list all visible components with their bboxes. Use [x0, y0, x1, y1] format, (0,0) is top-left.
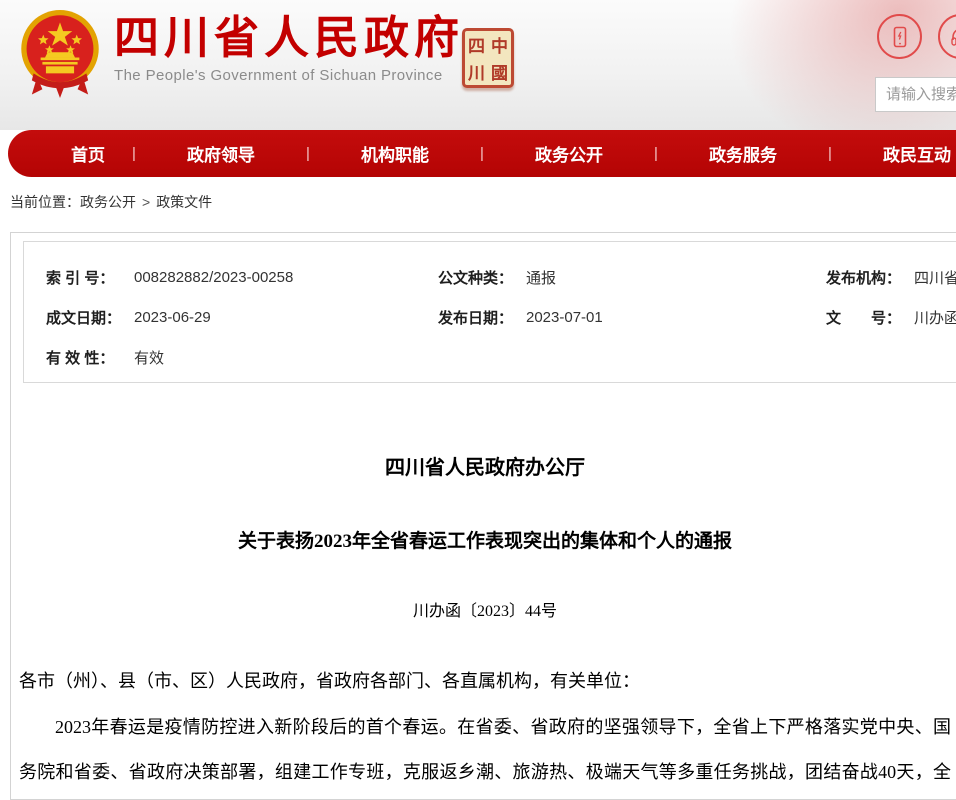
meta-label: 发布机构： — [826, 267, 908, 288]
site-title-block: 四川省人民政府 The People's Government of Sichu… — [114, 12, 464, 84]
seal-char: 中 — [488, 31, 511, 58]
document-panel: 索 引 号： 008282882/2023-00258 公文种类： 通报 发布机… — [10, 232, 956, 800]
headset-glyph — [948, 24, 956, 50]
meta-label: 有 效 性： — [46, 347, 128, 368]
meta-label: 文 号： — [826, 307, 908, 328]
meta-value: 2023-07-01 — [526, 309, 603, 326]
breadcrumb-separator: > — [142, 194, 150, 210]
meta-label: 索 引 号： — [46, 267, 128, 288]
meta-value: 2023-06-29 — [134, 309, 211, 326]
document-org-title: 四川省人民政府办公厅 — [19, 451, 951, 480]
mobile-phone-glyph — [887, 24, 913, 50]
document-body: 四川省人民政府办公厅 关于表扬2023年全省春运工作表现突出的集体和个人的通报 … — [19, 439, 951, 800]
seal-char: 國 — [488, 58, 511, 85]
national-emblem-icon — [16, 6, 104, 102]
breadcrumb-label: 当前位置： — [10, 194, 80, 210]
document-number: 川办函〔2023〕44号 — [19, 597, 951, 621]
meta-index-number: 索 引 号： 008282882/2023-00258 — [46, 266, 438, 288]
site-subtitle: The People's Government of Sichuan Provi… — [114, 67, 464, 84]
meta-issuing-agency: 发布机构： 四川省人民政府办公厅 — [826, 266, 956, 288]
nav-separator: | — [130, 145, 138, 162]
nav-separator: | — [478, 145, 486, 162]
nav-separator: | — [304, 145, 312, 162]
nav-separator: | — [826, 145, 834, 162]
meta-value: 008282882/2023-00258 — [134, 269, 293, 286]
meta-value: 川办函〔2023〕44号 — [914, 307, 956, 328]
meta-doc-type: 公文种类： 通报 — [438, 266, 826, 288]
main-nav: 首页 | 政府领导 | 机构职能 | 政务公开 | 政务服务 | 政民互动 — [8, 130, 956, 177]
national-emblem-logo[interactable] — [16, 6, 104, 102]
seal-char: 四 — [465, 31, 488, 58]
site-header: 四川省人民政府 The People's Government of Sichu… — [0, 0, 956, 130]
nav-item-home[interactable]: 首页 — [46, 141, 130, 166]
document-salutation: 各市（州）、县（市、区）人民政府，省政府各部门、各直属机构，有关单位： — [19, 667, 951, 693]
nav-item-gov-services[interactable]: 政务服务 — [660, 141, 826, 166]
nav-item-org-functions[interactable]: 机构职能 — [312, 141, 478, 166]
document-paragraph: 2023年春运是疫情防控进入新阶段后的首个春运。在省委、省政府的坚强领导下，全省… — [19, 705, 951, 800]
breadcrumb-link-gov-info[interactable]: 政务公开 — [80, 194, 136, 210]
breadcrumb: 当前位置：政务公开 > 政策文件 — [10, 192, 212, 212]
meta-value: 通报 — [526, 267, 556, 288]
document-title: 关于表扬2023年全省春运工作表现突出的集体和个人的通报 — [19, 526, 951, 553]
nav-item-gov-info[interactable]: 政务公开 — [486, 141, 652, 166]
meta-publish-date: 发布日期： 2023-07-01 — [438, 306, 826, 328]
nav-item-gov-leaders[interactable]: 政府领导 — [138, 141, 304, 166]
seal-char: 川 — [465, 58, 488, 85]
meta-value: 四川省人民政府办公厅 — [914, 267, 956, 288]
china-sichuan-seal: 四 中 川 國 — [462, 28, 514, 88]
nav-separator: | — [652, 145, 660, 162]
breadcrumb-link-policy-docs[interactable]: 政策文件 — [156, 194, 212, 210]
meta-value: 有效 — [134, 347, 164, 368]
meta-written-date: 成文日期： 2023-06-29 — [46, 306, 438, 328]
meta-label: 公文种类： — [438, 267, 520, 288]
document-meta-table: 索 引 号： 008282882/2023-00258 公文种类： 通报 发布机… — [23, 241, 956, 383]
meta-label: 发布日期： — [438, 307, 520, 328]
nav-item-interaction[interactable]: 政民互动 — [834, 141, 956, 166]
site-title[interactable]: 四川省人民政府 — [114, 12, 464, 64]
meta-validity: 有 效 性： 有效 — [46, 346, 438, 368]
mobile-phone-icon[interactable] — [877, 14, 922, 59]
meta-label: 成文日期： — [46, 307, 128, 328]
meta-doc-number: 文 号： 川办函〔2023〕44号 — [826, 306, 956, 328]
search-input[interactable] — [875, 77, 956, 112]
